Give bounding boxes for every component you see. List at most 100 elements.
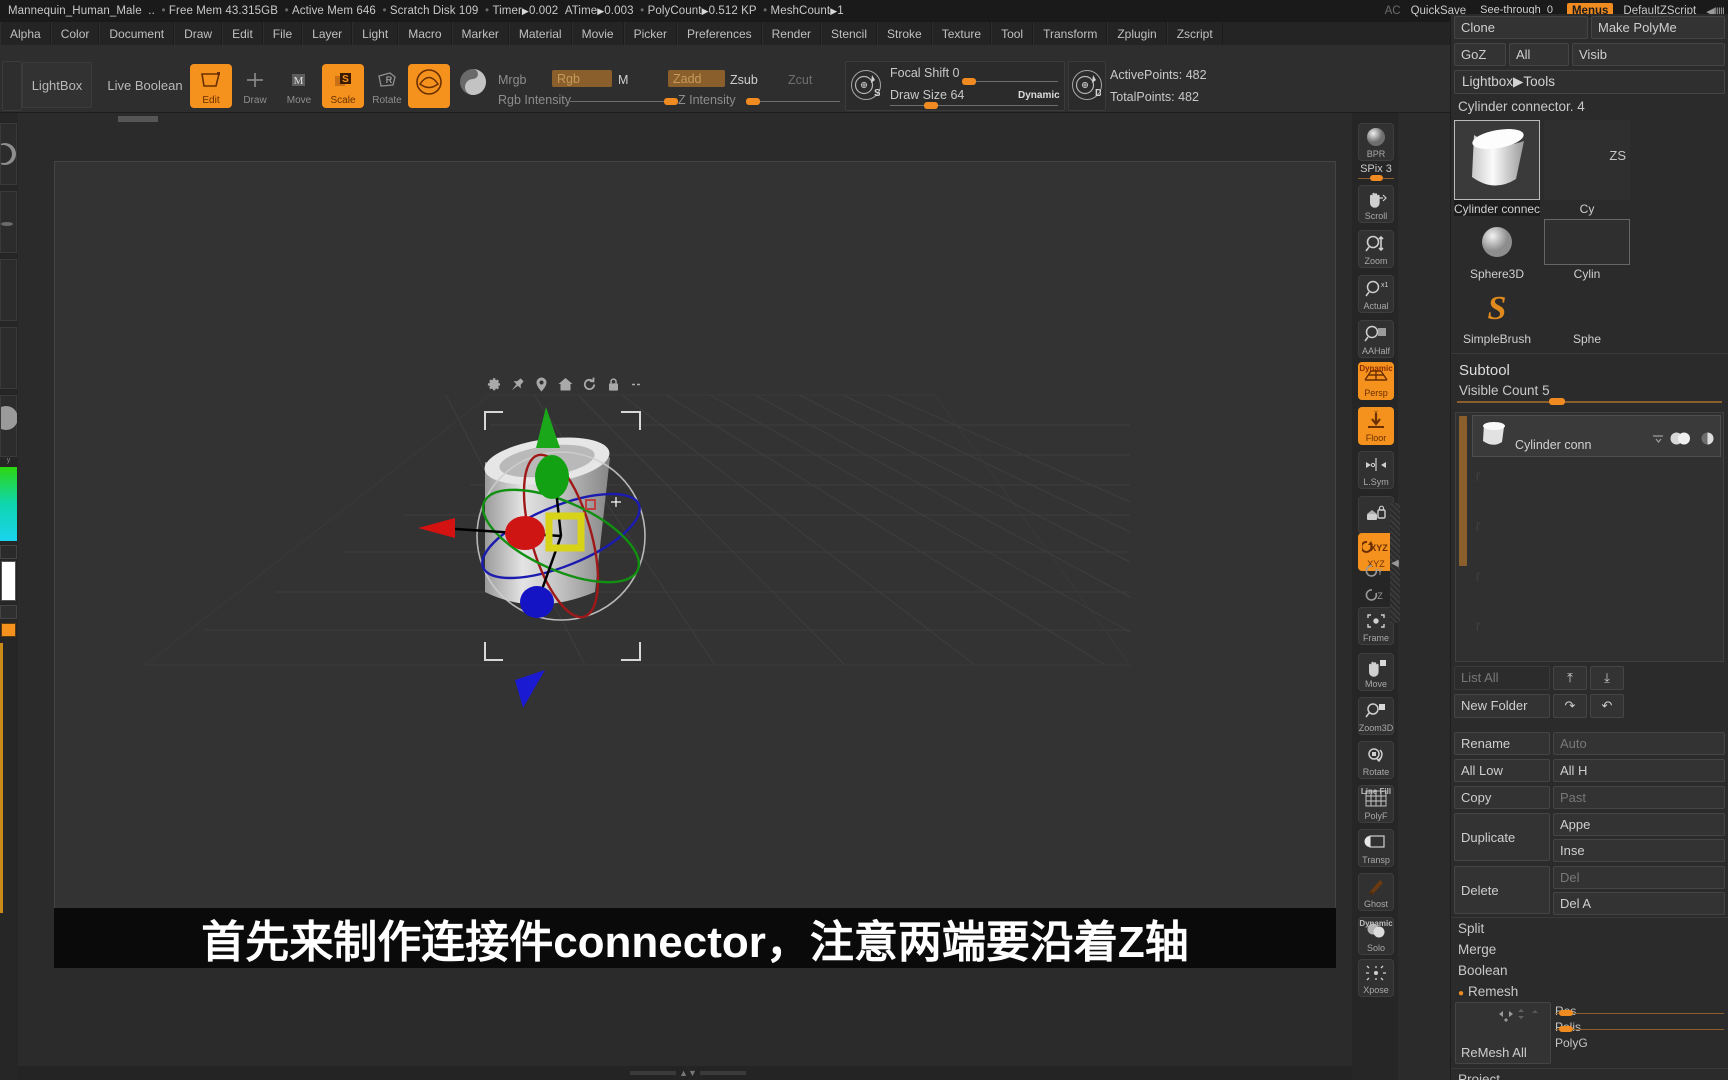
model-and-gizmo[interactable] (55, 162, 1335, 960)
left-tray-color-swatch-orange[interactable] (1, 623, 16, 637)
new-folder-button[interactable]: New Folder (1454, 694, 1550, 718)
goz-button[interactable]: GoZ (1454, 43, 1506, 66)
right-strip-polyf-button[interactable]: Line Fill PolyF (1358, 785, 1394, 823)
gear-icon[interactable] (485, 376, 502, 398)
canvas-top-scrollbar[interactable] (18, 113, 1366, 125)
draw-size-track[interactable] (890, 105, 1058, 106)
subtool-indent-button[interactable]: ↷ (1553, 694, 1587, 718)
merge-button[interactable]: Merge (1451, 939, 1728, 960)
left-tray-alpha-slot[interactable] (0, 259, 17, 321)
canvas-area[interactable]: 首先来制作连接件connector，注意两端要沿着Z轴 ▲▼ (18, 113, 1380, 1080)
zadd-button[interactable]: Zadd (668, 70, 725, 87)
subtool-item-cylinder-connector[interactable]: Cylinder conn (1472, 415, 1721, 457)
right-strip-transp-lock-button[interactable] (1358, 496, 1394, 534)
tool-cell-cylinder3[interactable]: Cylin (1544, 219, 1630, 281)
remesh-polygroups-slider[interactable]: PolyG (1555, 1034, 1724, 1050)
subtool-move-down-button[interactable]: ⤓ (1590, 666, 1624, 690)
menu-item-picker[interactable]: Picker (623, 22, 677, 45)
focal-shift-row[interactable]: Focal Shift 0 (890, 66, 960, 80)
mrgb-button[interactable]: Mrgb (498, 73, 526, 87)
remesh-polish-slider[interactable]: Polis (1555, 1018, 1724, 1034)
edit-button[interactable]: Edit (190, 64, 232, 108)
remesh-all-button[interactable]: ReMesh All (1455, 1002, 1551, 1064)
left-tray-color-picker[interactable] (0, 467, 17, 541)
right-strip-floor-button[interactable]: Y Floor (1358, 407, 1394, 445)
dash-icon[interactable] (629, 376, 646, 398)
right-strip-zoom-button[interactable]: Zoom (1358, 230, 1394, 268)
boolean-button[interactable]: Boolean (1451, 960, 1728, 981)
right-strip-rotate-button[interactable]: Rotate (1358, 741, 1394, 779)
auto-button[interactable]: Auto (1553, 732, 1725, 755)
goz-all-button[interactable]: All (1509, 43, 1569, 66)
zsub-button[interactable]: Zsub (730, 73, 758, 87)
menu-item-zscript[interactable]: Zscript (1166, 22, 1223, 45)
right-strip-y-button[interactable]: Y (1358, 559, 1394, 583)
remesh-res-slider[interactable]: Res (1555, 1002, 1724, 1018)
material-preview-button[interactable] (452, 64, 494, 108)
reset-icon[interactable] (581, 376, 598, 398)
focal-shift-track[interactable] (962, 81, 1058, 82)
menu-item-layer[interactable]: Layer (302, 22, 353, 45)
tool-cell-sphere2[interactable]: Sphe (1544, 284, 1630, 346)
right-strip-frame-button[interactable]: Frame (1358, 607, 1394, 645)
left-tray-material-slot[interactable]: y (0, 395, 18, 464)
right-strip-move-button[interactable]: Move (1358, 653, 1394, 691)
viewport[interactable] (54, 161, 1336, 961)
left-tray-color-swatch-gray[interactable] (0, 605, 17, 619)
duplicate-button[interactable]: Duplicate (1454, 813, 1550, 861)
tool-thumb-cylinder3[interactable] (1544, 219, 1630, 265)
goz-visible-button[interactable]: Visib (1572, 43, 1725, 66)
m-button[interactable]: M (618, 73, 628, 87)
rename-button[interactable]: Rename (1454, 732, 1550, 755)
menu-item-document[interactable]: Document (99, 22, 175, 45)
visible-count-knob[interactable] (1549, 398, 1565, 405)
subtool-item-controls[interactable] (1652, 432, 1720, 456)
del-all-button[interactable]: Del A (1553, 892, 1725, 915)
lock-icon[interactable] (605, 376, 622, 398)
canvas-scroll-thumb[interactable] (118, 116, 158, 122)
home-icon[interactable] (557, 376, 574, 398)
right-strip-solo-button[interactable]: Dynamic Solo (1358, 917, 1394, 955)
location-icon[interactable] (533, 376, 550, 398)
right-strip-zoom3d-button[interactable]: Zoom3D (1358, 697, 1394, 735)
spix-slider[interactable]: SPix 3 (1356, 163, 1396, 181)
left-tray-color-swatch-white[interactable] (1, 561, 16, 601)
menu-item-alpha[interactable]: Alpha (0, 22, 51, 45)
subtool-list[interactable]: Cylinder conn |' |' |' |' (1455, 412, 1724, 662)
menu-item-stroke[interactable]: Stroke (877, 22, 932, 45)
draw-brush-icon-s[interactable]: S (851, 70, 881, 100)
subtool-eye-toggle[interactable] (1670, 432, 1696, 450)
ac-label[interactable]: AC (1385, 5, 1401, 17)
right-strip-xpose-button[interactable]: Xpose (1358, 959, 1394, 997)
menu-item-stencil[interactable]: Stencil (821, 22, 878, 45)
draw-size-knob[interactable] (924, 102, 938, 109)
left-tray-brush-slot[interactable] (0, 123, 17, 185)
z-intensity-track[interactable] (750, 101, 840, 102)
left-tray-texture-slot[interactable] (0, 327, 17, 389)
delete-button[interactable]: Delete (1454, 866, 1550, 914)
tool-thumb-zs[interactable]: ZS (1544, 120, 1630, 200)
left-tray-stroke-slot[interactable] (0, 191, 17, 253)
dynamic-label[interactable]: Dynamic (1018, 90, 1060, 101)
right-strip-scroll-button[interactable]: Scroll (1358, 185, 1394, 223)
z-intensity-knob[interactable] (746, 98, 760, 105)
menu-item-preferences[interactable]: Preferences (676, 22, 762, 45)
visible-count-slider[interactable] (1457, 398, 1722, 406)
rotate-button[interactable]: R Rotate (366, 64, 408, 108)
subtool-scrollbar[interactable] (1459, 416, 1467, 566)
menu-item-marker[interactable]: Marker (451, 22, 509, 45)
tool-thumb-sphere3d[interactable] (1454, 219, 1540, 265)
all-low-button[interactable]: All Low (1454, 759, 1550, 782)
remesh-polish-knob[interactable] (1559, 1026, 1573, 1032)
menu-item-zplugin[interactable]: Zplugin (1107, 22, 1167, 45)
tool-cell-cylinder-2[interactable]: ZS Cy (1544, 120, 1630, 216)
subtool-header[interactable]: Subtool (1451, 358, 1728, 383)
draw-brush-icon-d[interactable]: D (1072, 70, 1102, 100)
remesh-section[interactable]: ● Remesh (1451, 981, 1728, 1002)
project-button[interactable]: Project (1451, 1068, 1728, 1080)
panel-collapse-handle[interactable]: ◀ (1390, 503, 1400, 623)
paste-button[interactable]: Past (1553, 786, 1725, 809)
menu-item-transform[interactable]: Transform (1033, 22, 1108, 45)
list-all-button[interactable]: List All (1454, 666, 1550, 690)
live-boolean-button[interactable]: Live Boolean (96, 62, 194, 108)
